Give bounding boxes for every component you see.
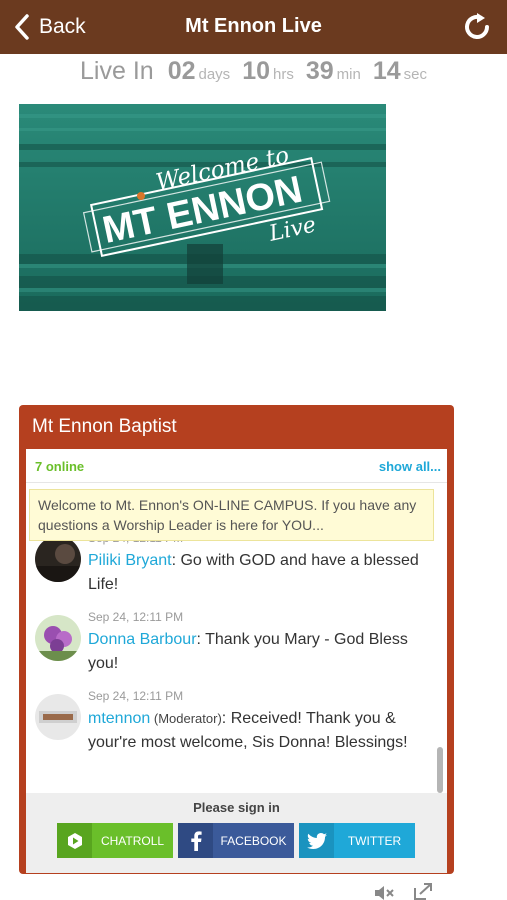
countdown-minutes-unit: min bbox=[336, 66, 361, 83]
message-user[interactable]: Piliki Bryant bbox=[88, 552, 172, 569]
facebook-label: FACEBOOK bbox=[220, 833, 287, 848]
chatroll-icon bbox=[57, 823, 92, 858]
twitter-label: TWITTER bbox=[347, 833, 402, 848]
show-all-link[interactable]: show all... bbox=[379, 459, 441, 474]
refresh-icon[interactable] bbox=[461, 11, 493, 43]
twitter-signin-button[interactable]: TWITTER bbox=[299, 823, 415, 858]
twitter-icon bbox=[299, 823, 334, 858]
signin-panel: Please sign in CHATROLL FACEBOOK TWITTER bbox=[26, 793, 447, 873]
welcome-notice: Welcome to Mt. Ennon's ON-LINE CAMPUS. I… bbox=[29, 489, 434, 541]
facebook-signin-button[interactable]: FACEBOOK bbox=[178, 823, 294, 858]
facebook-icon bbox=[178, 823, 213, 858]
countdown-seconds-unit: sec bbox=[403, 66, 427, 83]
chat-scrollbar[interactable] bbox=[437, 747, 443, 793]
moderator-badge: (Moderator) bbox=[150, 711, 222, 726]
welcome-banner: Welcome to MT ENNON Live bbox=[19, 104, 386, 311]
live-countdown: Live In 02 days 10 hrs 39 min 14 sec bbox=[0, 57, 507, 91]
chatroll-label: CHATROLL bbox=[100, 833, 165, 848]
avatar bbox=[35, 694, 81, 740]
online-count: 7 online bbox=[35, 459, 85, 474]
countdown-hours: 10 bbox=[242, 57, 270, 85]
chevron-left-icon bbox=[15, 14, 29, 40]
chat-widget: Mt Ennon Baptist 7 online show all... We… bbox=[19, 405, 454, 874]
chatroll-signin-button[interactable]: CHATROLL bbox=[57, 823, 173, 858]
message-user[interactable]: mtennon bbox=[88, 710, 150, 727]
online-bar: 7 online show all... bbox=[26, 449, 447, 483]
countdown-label: Live In bbox=[80, 57, 154, 85]
signin-label: Please sign in bbox=[193, 800, 280, 815]
countdown-minutes: 39 bbox=[305, 57, 334, 85]
countdown-hours-unit: hrs bbox=[273, 66, 294, 83]
expand-icon[interactable] bbox=[413, 883, 433, 900]
nav-bar: Back Mt Ennon Live bbox=[0, 0, 507, 54]
chat-panel: 7 online show all... Welcome to Mt. Enno… bbox=[26, 449, 447, 873]
avatar bbox=[35, 615, 81, 661]
countdown-days-unit: days bbox=[198, 66, 231, 83]
back-button[interactable]: Back bbox=[14, 12, 86, 42]
chat-room-title: Mt Ennon Baptist bbox=[32, 416, 177, 437]
countdown-days: 02 bbox=[167, 57, 196, 85]
avatar bbox=[35, 536, 81, 582]
back-label: Back bbox=[39, 15, 86, 38]
mute-icon[interactable] bbox=[374, 885, 396, 900]
countdown-seconds: 14 bbox=[372, 57, 401, 85]
message-time: Sep 24, 12:11 PM bbox=[88, 689, 184, 703]
message-user[interactable]: Donna Barbour bbox=[88, 631, 197, 648]
message-time: Sep 24, 12:11 PM bbox=[88, 610, 184, 624]
